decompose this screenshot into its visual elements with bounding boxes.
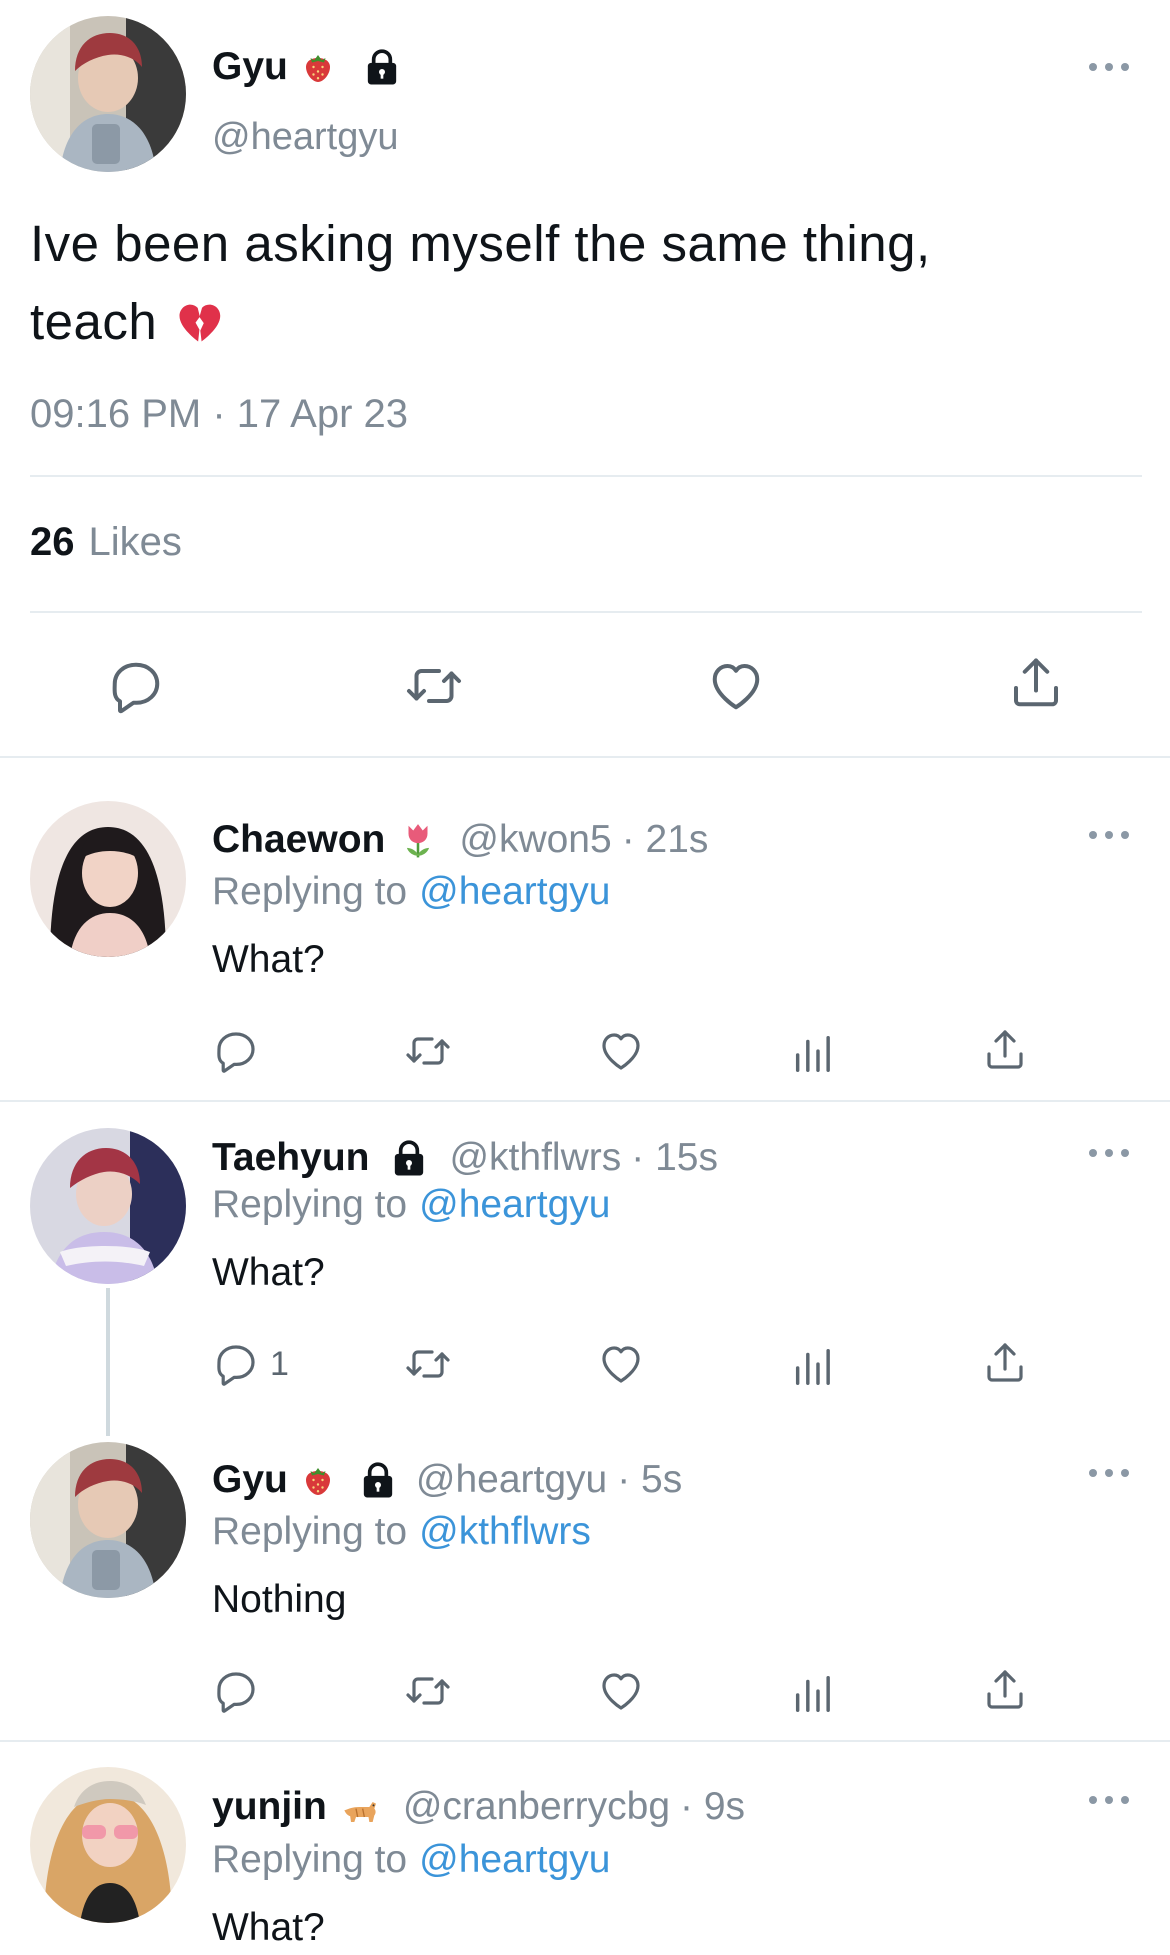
tweet-text-line: teach: [30, 293, 158, 350]
avatar[interactable]: [30, 1128, 186, 1284]
retweet-icon[interactable]: [403, 1667, 453, 1715]
replying-prefix: Replying to: [212, 1838, 408, 1881]
tweet-text-line: Ive been asking myself the same thing,: [30, 215, 931, 272]
tulip-icon: [399, 819, 437, 861]
views-icon[interactable]: [790, 1670, 836, 1716]
views-icon[interactable]: [790, 1343, 836, 1389]
replying-prefix: Replying to: [212, 1183, 408, 1226]
divider: [0, 1100, 1170, 1102]
time[interactable]: · 21s: [622, 818, 709, 862]
handle[interactable]: @cranberrycbg: [403, 1785, 670, 1829]
tweet-text: Ive been asking myself the same thing, t…: [30, 205, 931, 361]
replying-to: Replying to @heartgyu: [212, 1183, 611, 1227]
display-name[interactable]: Gyu: [212, 1458, 288, 1502]
handle[interactable]: @kthflwrs: [449, 1136, 621, 1180]
display-name[interactable]: yunjin: [212, 1785, 327, 1829]
cat-icon: [339, 1787, 383, 1827]
share-icon[interactable]: [1006, 652, 1066, 714]
retweet-icon[interactable]: [403, 656, 465, 716]
reply-action[interactable]: 1: [212, 1340, 289, 1388]
avatar[interactable]: [30, 16, 186, 172]
strawberry-icon: [300, 47, 336, 87]
replying-to: Replying to @heartgyu: [212, 1838, 611, 1882]
handle[interactable]: @heartgyu: [416, 1458, 607, 1502]
replying-to-link[interactable]: @heartgyu: [419, 870, 610, 914]
replying-prefix: Replying to: [212, 1510, 408, 1553]
divider: [0, 1740, 1170, 1742]
likes-count: 26: [30, 520, 75, 564]
share-icon[interactable]: [981, 1665, 1029, 1715]
likes-label: Likes: [88, 520, 182, 564]
likes-stat[interactable]: 26 Likes: [30, 520, 182, 565]
reply-count: 1: [270, 1344, 289, 1383]
lock-icon: [389, 1138, 429, 1178]
share-icon[interactable]: [981, 1025, 1029, 1075]
heart-icon[interactable]: [597, 1340, 645, 1388]
timestamp[interactable]: 09:16 PM · 17 Apr 23: [30, 392, 408, 437]
replying-to-link[interactable]: @kthflwrs: [419, 1510, 591, 1554]
avatar[interactable]: [30, 1442, 186, 1598]
display-name[interactable]: Chaewon: [212, 818, 385, 862]
divider: [30, 475, 1142, 477]
tweet-text: What?: [212, 1906, 325, 1949]
more-icon[interactable]: [1089, 57, 1129, 77]
replying-to-link[interactable]: @heartgyu: [419, 1838, 610, 1882]
display-name[interactable]: Gyu: [212, 45, 288, 89]
more-icon[interactable]: [1089, 825, 1129, 845]
time[interactable]: · 9s: [680, 1785, 745, 1829]
tweet-text: What?: [212, 938, 325, 981]
reply-icon[interactable]: [212, 1340, 260, 1388]
broken-heart-icon: [173, 296, 225, 348]
time[interactable]: · 15s: [631, 1136, 718, 1180]
replying-to-link[interactable]: @heartgyu: [419, 1183, 610, 1227]
avatar[interactable]: [30, 801, 186, 957]
share-icon[interactable]: [981, 1338, 1029, 1388]
tweet-text: What?: [212, 1251, 325, 1294]
thread-line: [106, 1288, 110, 1436]
more-icon[interactable]: [1089, 1143, 1129, 1163]
replying-to: Replying to @kthflwrs: [212, 1510, 591, 1554]
more-icon[interactable]: [1089, 1463, 1129, 1483]
reply-icon[interactable]: [212, 1667, 260, 1715]
strawberry-icon: [300, 1460, 336, 1500]
heart-icon[interactable]: [597, 1027, 645, 1075]
avatar[interactable]: [30, 1767, 186, 1923]
reply-icon[interactable]: [106, 656, 166, 716]
more-icon[interactable]: [1089, 1790, 1129, 1810]
lock-icon: [358, 1460, 398, 1500]
replying-to: Replying to @heartgyu: [212, 870, 611, 914]
replying-prefix: Replying to: [212, 870, 408, 913]
handle[interactable]: @heartgyu: [212, 116, 398, 159]
heart-icon[interactable]: [706, 656, 766, 716]
handle[interactable]: @kwon5: [459, 818, 611, 862]
retweet-icon[interactable]: [403, 1027, 453, 1075]
time[interactable]: · 5s: [617, 1458, 682, 1502]
reply-icon[interactable]: [212, 1027, 260, 1075]
display-name[interactable]: Taehyun: [212, 1136, 369, 1180]
lock-icon: [362, 47, 402, 87]
retweet-icon[interactable]: [403, 1340, 453, 1388]
views-icon[interactable]: [790, 1030, 836, 1076]
divider: [0, 756, 1170, 758]
heart-icon[interactable]: [597, 1667, 645, 1715]
tweet-text: Nothing: [212, 1578, 347, 1621]
divider: [30, 611, 1142, 613]
